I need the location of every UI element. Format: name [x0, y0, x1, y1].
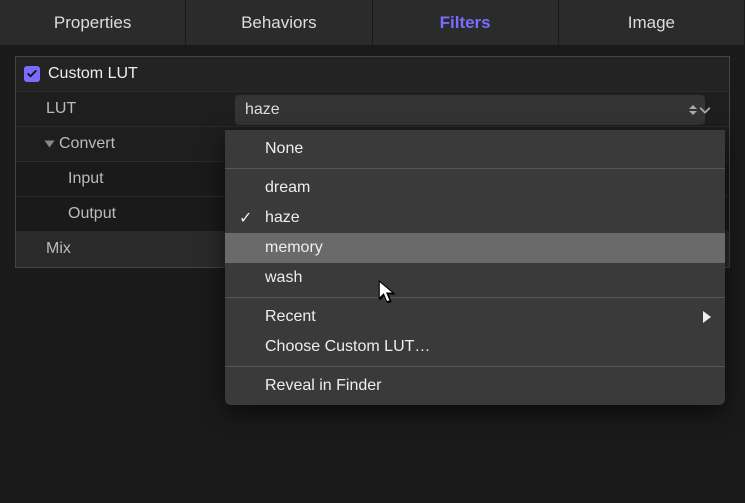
tab-label: Filters: [440, 13, 491, 33]
disclosure-triangle-icon: [45, 141, 55, 148]
filter-enable-checkbox[interactable]: [24, 66, 40, 82]
check-icon: ✓: [239, 208, 252, 228]
menu-item-recent[interactable]: Recent: [225, 302, 725, 332]
menu-item-dream[interactable]: dream: [225, 173, 725, 203]
check-icon: [26, 68, 38, 80]
tab-behaviors[interactable]: Behaviors: [186, 0, 372, 46]
menu-item-label: None: [265, 140, 303, 158]
tab-label: Behaviors: [241, 13, 317, 33]
menu-item-label: Recent: [265, 308, 316, 326]
menu-separator: [225, 366, 725, 367]
filter-header-row: Custom LUT: [16, 57, 729, 92]
input-label: Input: [24, 170, 104, 188]
submenu-arrow-icon: [703, 311, 711, 323]
menu-item-haze[interactable]: ✓ haze: [225, 203, 725, 233]
menu-separator: [225, 297, 725, 298]
menu-item-none[interactable]: None: [225, 134, 725, 164]
filter-title: Custom LUT: [48, 65, 138, 83]
lut-label: LUT: [24, 100, 76, 118]
menu-item-label: Choose Custom LUT…: [265, 338, 430, 356]
convert-label: Convert: [59, 135, 115, 153]
menu-item-label: dream: [265, 179, 310, 197]
tab-image[interactable]: Image: [559, 0, 745, 46]
menu-item-label: wash: [265, 269, 302, 287]
menu-item-label: haze: [265, 209, 300, 227]
tab-properties[interactable]: Properties: [0, 0, 186, 46]
output-label: Output: [24, 205, 116, 223]
mix-label: Mix: [24, 240, 71, 258]
menu-item-label: Reveal in Finder: [265, 377, 382, 395]
tab-label: Properties: [54, 13, 131, 33]
tab-label: Image: [628, 13, 675, 33]
lut-dropdown-menu: None dream ✓ haze memory wash Recent Choose Cus…: [225, 130, 725, 405]
menu-item-reveal-in-finder[interactable]: Reveal in Finder: [225, 371, 725, 401]
tab-filters[interactable]: Filters: [373, 0, 559, 46]
lut-select-value: haze: [245, 101, 280, 119]
inspector-tabs: Properties Behaviors Filters Image: [0, 0, 745, 46]
lut-expand-button[interactable]: [692, 95, 718, 125]
lut-select[interactable]: haze: [235, 95, 705, 125]
menu-item-memory[interactable]: memory: [225, 233, 725, 263]
chevron-down-icon: [698, 103, 712, 117]
menu-item-label: memory: [265, 239, 323, 257]
menu-item-choose-custom-lut[interactable]: Choose Custom LUT…: [225, 332, 725, 362]
menu-item-wash[interactable]: wash: [225, 263, 725, 293]
menu-separator: [225, 168, 725, 169]
